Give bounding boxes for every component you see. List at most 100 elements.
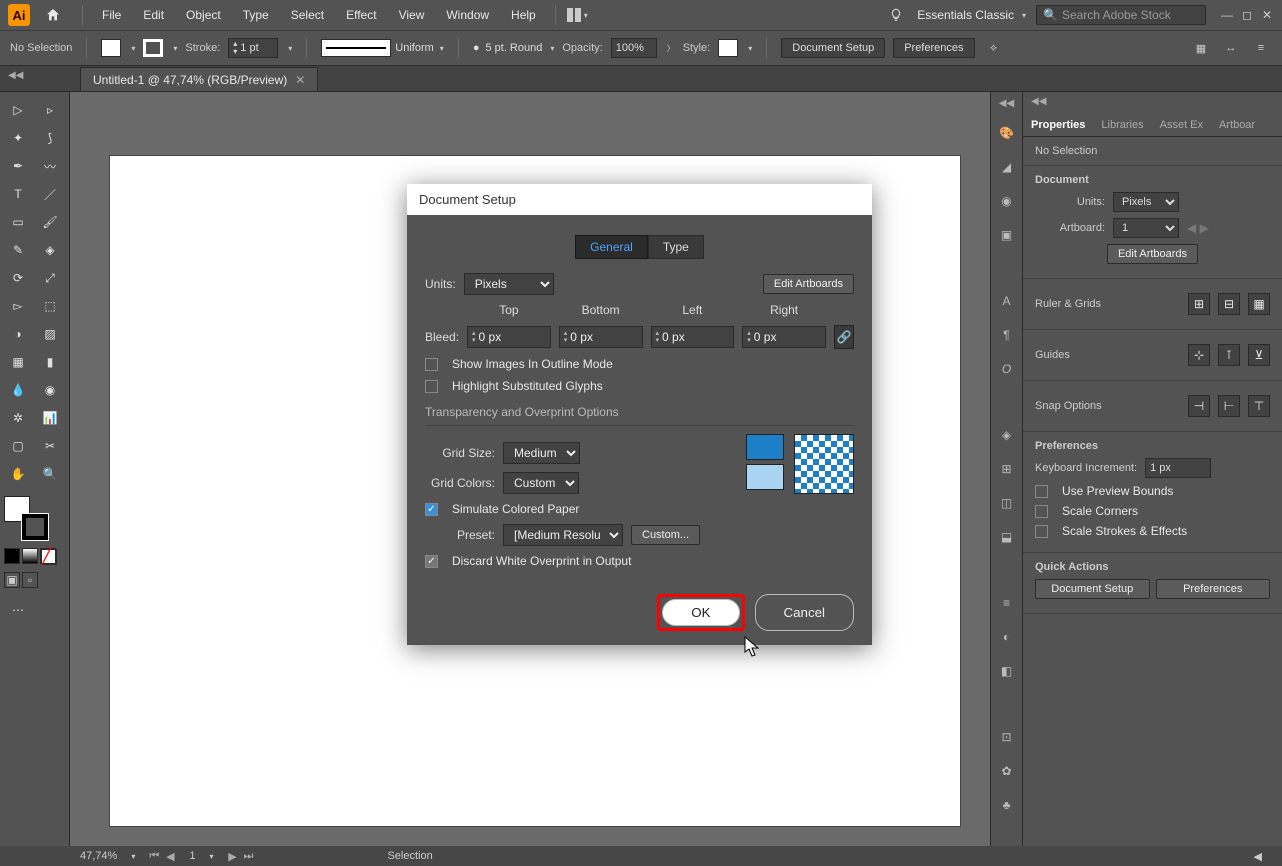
panel-collapse-icon[interactable]: ◀◀: [1023, 92, 1282, 111]
next-artboard-icon[interactable]: ▶: [225, 850, 239, 863]
close-button[interactable]: ✕: [1260, 8, 1274, 22]
minimize-button[interactable]: —: [1220, 8, 1234, 22]
fill-swatch[interactable]: [101, 39, 121, 57]
lasso-tool[interactable]: ⟆: [36, 126, 64, 150]
opt-extra2-icon[interactable]: ↔: [1220, 37, 1242, 59]
color-panel-icon[interactable]: 🎨: [997, 123, 1017, 143]
ok-button[interactable]: OK: [662, 599, 739, 626]
dialog-tab-general[interactable]: General: [575, 235, 648, 259]
swatches-panel-icon[interactable]: ◢: [997, 157, 1017, 177]
tab-artboards[interactable]: Artboar: [1211, 114, 1263, 136]
gradient-panel-icon[interactable]: ◐: [997, 627, 1017, 647]
character-panel-icon[interactable]: A: [997, 291, 1017, 311]
mesh-tool[interactable]: ▦: [4, 350, 32, 374]
quick-doc-setup-button[interactable]: Document Setup: [1035, 579, 1150, 599]
type-tool[interactable]: T: [4, 182, 32, 206]
smart-guides-icon[interactable]: ⊺: [1218, 344, 1240, 366]
first-artboard-icon[interactable]: ⏮: [147, 850, 161, 863]
color-mode-icon[interactable]: [4, 548, 20, 564]
brush-dropdown[interactable]: ●5 pt. Round▾: [473, 42, 555, 54]
show-images-checkbox[interactable]: [425, 358, 438, 371]
align-icon[interactable]: ⟡: [983, 37, 1005, 59]
arrange-docs-icon[interactable]: ▾: [566, 4, 588, 26]
perspective-tool[interactable]: ▨: [36, 322, 64, 346]
bleed-top-input[interactable]: ▴▾0 px: [467, 326, 551, 348]
pathfinder-panel-icon[interactable]: ◫: [997, 493, 1017, 513]
ruler-icon[interactable]: ⊞: [1188, 293, 1210, 315]
zoom-tool[interactable]: 🔍: [36, 462, 64, 486]
asset-export-panel-icon[interactable]: ♣: [997, 795, 1017, 815]
zoom-level[interactable]: 47,74%: [80, 850, 117, 862]
scale-tool[interactable]: ⤢: [36, 266, 64, 290]
simulate-checkbox[interactable]: [425, 503, 438, 516]
dialog-edit-artboards-button[interactable]: Edit Artboards: [763, 274, 854, 294]
artboard-tool[interactable]: ▢: [4, 434, 32, 458]
document-setup-button[interactable]: Document Setup: [781, 38, 885, 58]
bleed-link-icon[interactable]: 🔗: [834, 325, 854, 349]
stroke-profile-dropdown[interactable]: Uniform▾: [321, 39, 444, 57]
symbols-panel-icon[interactable]: ▣: [997, 225, 1017, 245]
fill-stroke-control[interactable]: [4, 496, 48, 540]
search-input[interactable]: 🔍Search Adobe Stock: [1036, 5, 1206, 25]
gradient-tool[interactable]: ▮: [36, 350, 64, 374]
preferences-button[interactable]: Preferences: [893, 38, 974, 58]
opacity-input[interactable]: 100%: [611, 38, 657, 58]
style-swatch[interactable]: [718, 39, 738, 57]
blend-tool[interactable]: ◉: [36, 378, 64, 402]
menu-type[interactable]: Type: [234, 4, 278, 26]
bleed-bottom-input[interactable]: ▴▾0 px: [559, 326, 643, 348]
line-tool[interactable]: ／: [36, 182, 64, 206]
graph-tool[interactable]: 📊: [36, 406, 64, 430]
stroke-panel-icon[interactable]: ≡: [997, 593, 1017, 613]
graphic-styles-panel-icon[interactable]: ✿: [997, 761, 1017, 781]
paintbrush-tool[interactable]: 🖌: [36, 210, 64, 234]
gradient-mode-icon[interactable]: [22, 548, 38, 564]
stroke-swatch[interactable]: [143, 39, 163, 57]
grid-colors-select[interactable]: Custom: [503, 472, 579, 494]
hand-tool[interactable]: ✋: [4, 462, 32, 486]
prev-artboard-icon[interactable]: ◀: [163, 850, 177, 863]
eraser-tool[interactable]: ◈: [36, 238, 64, 262]
eyedropper-tool[interactable]: 💧: [4, 378, 32, 402]
custom-button[interactable]: Custom...: [631, 525, 700, 545]
preset-select[interactable]: [Medium Resolution]: [503, 524, 623, 546]
scroll-left-icon[interactable]: ◀: [1254, 850, 1262, 863]
grid-color-1[interactable]: [746, 434, 784, 460]
appearance-panel-icon[interactable]: ⊡: [997, 727, 1017, 747]
transparency-panel-icon[interactable]: ◧: [997, 661, 1017, 681]
tab-properties[interactable]: Properties: [1023, 114, 1093, 136]
menu-object[interactable]: Object: [177, 4, 230, 26]
brushes-panel-icon[interactable]: ◉: [997, 191, 1017, 211]
close-tab-icon[interactable]: ✕: [295, 73, 305, 87]
curvature-tool[interactable]: 〰: [36, 154, 64, 178]
collapse-chevrons-icon[interactable]: ◀◀: [8, 70, 23, 81]
collapse-right-icon[interactable]: ◀◀: [999, 98, 1014, 109]
menu-select[interactable]: Select: [282, 4, 333, 26]
lightbulb-icon[interactable]: [885, 4, 907, 26]
snap-pixel-icon[interactable]: ⊤: [1248, 395, 1270, 417]
bleed-left-input[interactable]: ▴▾0 px: [651, 326, 735, 348]
free-transform-tool[interactable]: ⬚: [36, 294, 64, 318]
menu-effect[interactable]: Effect: [337, 4, 385, 26]
menu-window[interactable]: Window: [437, 4, 498, 26]
snap-point-icon[interactable]: ⊣: [1188, 395, 1210, 417]
artboard-select[interactable]: 1: [1113, 218, 1179, 238]
menu-help[interactable]: Help: [502, 4, 545, 26]
highlight-glyphs-checkbox[interactable]: [425, 380, 438, 393]
edit-artboards-button[interactable]: Edit Artboards: [1107, 244, 1198, 264]
lock-guides-icon[interactable]: ⊻: [1248, 344, 1270, 366]
opt-extra-icon[interactable]: ▦: [1190, 37, 1212, 59]
opentype-panel-icon[interactable]: O: [997, 359, 1017, 379]
snap-grid-icon[interactable]: ⊢: [1218, 395, 1240, 417]
scale-strokes-checkbox[interactable]: [1035, 525, 1048, 538]
direct-selection-tool[interactable]: ▹: [36, 98, 64, 122]
grid-icon[interactable]: ⊟: [1218, 293, 1240, 315]
width-tool[interactable]: ▻: [4, 294, 32, 318]
shape-builder-tool[interactable]: ◑: [4, 322, 32, 346]
selection-tool[interactable]: ▷: [4, 98, 32, 122]
magic-wand-tool[interactable]: ✦: [4, 126, 32, 150]
guides-icon[interactable]: ⊹: [1188, 344, 1210, 366]
kb-increment-input[interactable]: [1145, 458, 1211, 478]
rotate-tool[interactable]: ⟳: [4, 266, 32, 290]
scale-corners-checkbox[interactable]: [1035, 505, 1048, 518]
